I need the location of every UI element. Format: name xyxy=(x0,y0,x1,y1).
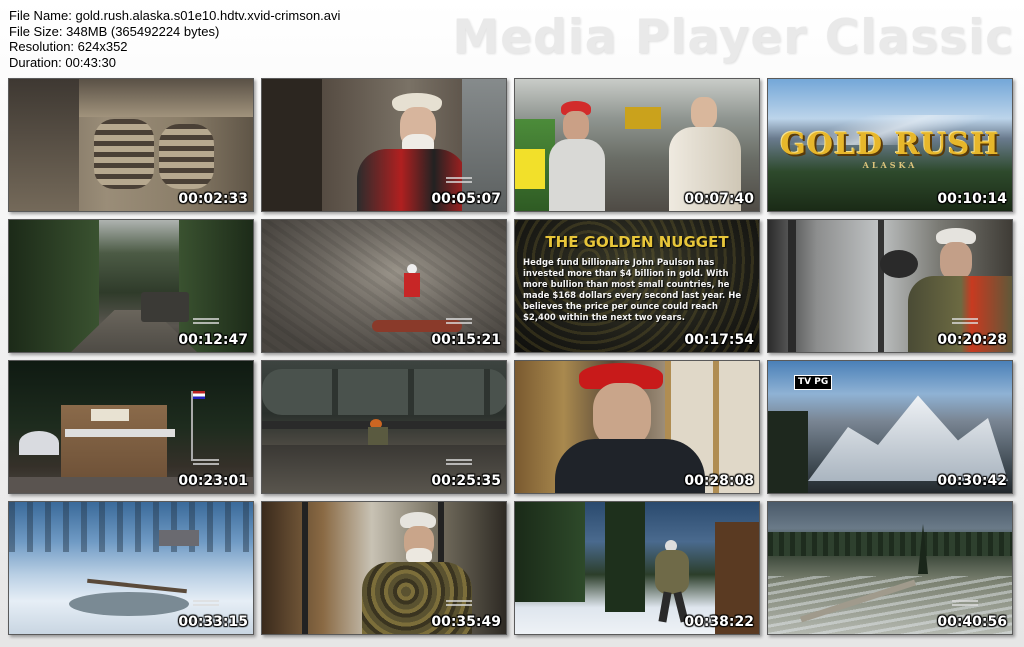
network-bug-icon xyxy=(446,459,472,471)
thumbnail-10[interactable]: 00:25:35 xyxy=(261,360,507,494)
thumbnail-7[interactable]: THE GOLDEN NUGGET Hedge fund billionaire… xyxy=(514,219,760,353)
thumbnail-16[interactable]: 00:40:56 xyxy=(767,501,1013,635)
file-name: File Name: gold.rush.alaska.s01e10.hdtv.… xyxy=(9,8,341,23)
thumbnail-timestamp: 00:40:56 xyxy=(937,614,1007,630)
thumbnail-timestamp: 00:28:08 xyxy=(684,473,754,489)
thumbnail-15[interactable]: 00:38:22 xyxy=(514,501,760,635)
thumbnail-timestamp: 00:20:28 xyxy=(937,332,1007,348)
thumbnail-12[interactable]: TV PG 00:30:42 xyxy=(767,360,1013,494)
network-bug-icon xyxy=(952,318,978,330)
thumbnail-6[interactable]: 00:15:21 xyxy=(261,219,507,353)
thumbnail-timestamp: 00:10:14 xyxy=(937,191,1007,207)
file-info-header: File Name: gold.rush.alaska.s01e10.hdtv.… xyxy=(9,8,340,70)
brand-watermark: Media Player Classic xyxy=(452,10,1014,65)
thumbnail-8[interactable]: 00:20:28 xyxy=(767,219,1013,353)
thumbnail-timestamp: 00:23:01 xyxy=(178,473,248,489)
thumbnail-timestamp: 00:12:47 xyxy=(178,332,248,348)
thumbnail-5[interactable]: 00:12:47 xyxy=(8,219,254,353)
thumbnail-3[interactable]: 00:07:40 xyxy=(514,78,760,212)
duration: Duration: 00:43:30 xyxy=(9,54,116,70)
thumbnail-grid: 00:02:33 00:05:07 00:07:40 GOLD RUSH ALA… xyxy=(8,78,1013,635)
network-bug-icon xyxy=(446,600,472,612)
thumbnail-1[interactable]: 00:02:33 xyxy=(8,78,254,212)
network-bug-icon xyxy=(446,318,472,330)
thumbnail-9[interactable]: 00:23:01 xyxy=(8,360,254,494)
thumbnail-timestamp: 00:33:15 xyxy=(178,614,248,630)
overlay-body: Hedge fund billionaire John Paulson has … xyxy=(523,258,742,323)
thumbnail-4[interactable]: GOLD RUSH ALASKA 00:10:14 xyxy=(767,78,1013,212)
tv-rating-badge: TV PG xyxy=(794,375,833,390)
thumbnail-timestamp: 00:17:54 xyxy=(684,332,754,348)
thumbnail-timestamp: 00:02:33 xyxy=(178,191,248,207)
thumbnail-13[interactable]: 00:33:15 xyxy=(8,501,254,635)
network-bug-icon xyxy=(446,177,472,189)
thumbnail-2[interactable]: 00:05:07 xyxy=(261,78,507,212)
thumbnail-timestamp: 00:25:35 xyxy=(431,473,501,489)
thumbnail-11[interactable]: 00:28:08 xyxy=(514,360,760,494)
overlay-title: THE GOLDEN NUGGET xyxy=(545,233,729,251)
thumbnail-14[interactable]: 00:35:49 xyxy=(261,501,507,635)
file-size: File Size: 348MB (365492224 bytes) xyxy=(9,23,220,39)
thumbnail-timestamp: 00:05:07 xyxy=(431,191,501,207)
network-bug-icon xyxy=(193,318,219,330)
network-bug-icon xyxy=(193,459,219,471)
thumbnail-timestamp: 00:30:42 xyxy=(937,473,1007,489)
thumbnail-timestamp: 00:35:49 xyxy=(431,614,501,630)
resolution: Resolution: 624x352 xyxy=(9,39,128,54)
thumbnail-timestamp: 00:15:21 xyxy=(431,332,501,348)
gold-rush-logo: GOLD RUSH ALASKA xyxy=(768,127,1012,170)
logo-text: GOLD RUSH xyxy=(780,127,1000,162)
network-bug-icon xyxy=(952,600,978,612)
golden-nugget-overlay: THE GOLDEN NUGGET Hedge fund billionaire… xyxy=(523,234,751,324)
network-bug-icon xyxy=(193,600,219,612)
thumbnail-timestamp: 00:07:40 xyxy=(684,191,754,207)
thumbnail-timestamp: 00:38:22 xyxy=(684,614,754,630)
